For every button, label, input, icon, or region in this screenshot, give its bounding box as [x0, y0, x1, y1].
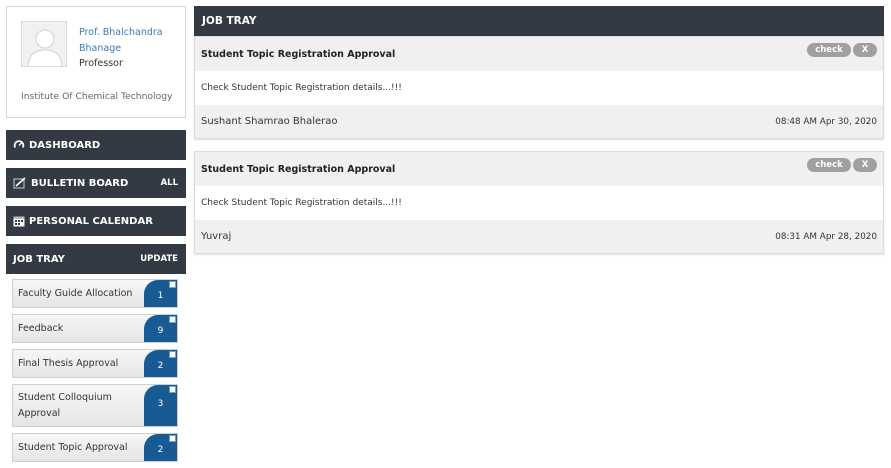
profile-card: Prof. Bhalchandra Bhanage Professor Inst…: [6, 6, 186, 118]
main-panel: JOB TRAY Student Topic Registration Appr…: [194, 6, 884, 254]
close-icon[interactable]: [169, 316, 176, 323]
job-item-faculty-guide-allocation[interactable]: Faculty Guide Allocation 1: [12, 279, 178, 308]
profile-name-line1[interactable]: Prof. Bhalchandra: [79, 25, 179, 41]
job-card: Student Topic Registration Approval chec…: [194, 36, 884, 139]
profile-name-link[interactable]: Prof. Bhalchandra Bhanage: [79, 25, 179, 57]
job-item-student-topic-approval[interactable]: Student Topic Approval 2: [12, 433, 178, 462]
job-tray-list: Faculty Guide Allocation 1 Feedback 9 Fi…: [6, 279, 186, 462]
check-button[interactable]: check: [807, 158, 851, 172]
profile-name-line2[interactable]: Bhanage: [79, 41, 179, 57]
job-card-title-bar: Student Topic Registration Approval chec…: [195, 37, 883, 71]
nav-personal-calendar[interactable]: PERSONAL CALENDAR: [6, 206, 186, 236]
calendar-icon: [13, 216, 25, 227]
job-item-student-colloquium-approval[interactable]: Student Colloquium Approval 3: [12, 384, 178, 427]
job-card-title: Student Topic Registration Approval: [201, 163, 396, 175]
nav-dashboard[interactable]: DASHBOARD: [6, 130, 186, 160]
job-card-timestamp: 08:48 AM Apr 30, 2020: [775, 116, 877, 127]
job-card-actions: check X: [807, 158, 877, 172]
sidebar: Prof. Bhalchandra Bhanage Professor Inst…: [6, 6, 186, 468]
job-card-person: Yuvraj: [201, 231, 232, 242]
job-card-actions: check X: [807, 43, 877, 57]
check-button[interactable]: check: [807, 43, 851, 57]
job-tray-header: JOB TRAY: [194, 6, 884, 36]
job-item-label: Feedback: [18, 323, 64, 334]
nav-dashboard-label: DASHBOARD: [29, 139, 101, 151]
nav-personal-calendar-label: PERSONAL CALENDAR: [29, 215, 153, 227]
job-card-title: Student Topic Registration Approval: [201, 48, 396, 60]
close-button[interactable]: X: [853, 158, 877, 172]
nav-bulletin-board-label: BULLETIN BOARD: [31, 177, 129, 189]
avatar: [21, 21, 67, 67]
profile-role: Professor: [79, 58, 123, 69]
user-silhouette-icon: [27, 29, 63, 66]
job-item-final-thesis-approval[interactable]: Final Thesis Approval 2: [12, 349, 178, 378]
job-card-person: Sushant Shamrao Bhalerao: [201, 116, 338, 127]
job-card-footer: Yuvraj 08:31 AM Apr 28, 2020: [195, 220, 883, 253]
nav-job-tray[interactable]: JOB TRAY UPDATE: [6, 244, 186, 274]
bulletin-all-link[interactable]: ALL: [161, 178, 178, 188]
job-card-timestamp: 08:31 AM Apr 28, 2020: [775, 231, 877, 242]
job-card-footer: Sushant Shamrao Bhalerao 08:48 AM Apr 30…: [195, 105, 883, 138]
profile-institute: Institute Of Chemical Technology: [21, 91, 173, 102]
job-card-message: Check Student Topic Registration details…: [201, 83, 402, 93]
close-icon[interactable]: [169, 386, 176, 393]
job-card-title-bar: Student Topic Registration Approval chec…: [195, 152, 883, 186]
close-icon[interactable]: [169, 281, 176, 288]
bulletin-board-icon: [13, 177, 26, 189]
nav-job-tray-label: JOB TRAY: [13, 253, 65, 265]
job-item-label: Faculty Guide Allocation: [18, 288, 133, 299]
nav-bulletin-board[interactable]: BULLETIN BOARD ALL: [6, 168, 186, 198]
job-item-label: Final Thesis Approval: [18, 358, 119, 369]
dashboard-icon: [13, 140, 25, 151]
job-tray-update-link[interactable]: UPDATE: [140, 254, 178, 264]
close-icon[interactable]: [169, 435, 176, 442]
job-item-label: Student Colloquium Approval: [18, 391, 112, 419]
job-item-label: Student Topic Approval: [18, 442, 128, 453]
close-icon[interactable]: [169, 351, 176, 358]
close-button[interactable]: X: [853, 43, 877, 57]
job-card-message: Check Student Topic Registration details…: [201, 198, 402, 208]
job-card: Student Topic Registration Approval chec…: [194, 151, 884, 254]
job-item-feedback[interactable]: Feedback 9: [12, 314, 178, 343]
